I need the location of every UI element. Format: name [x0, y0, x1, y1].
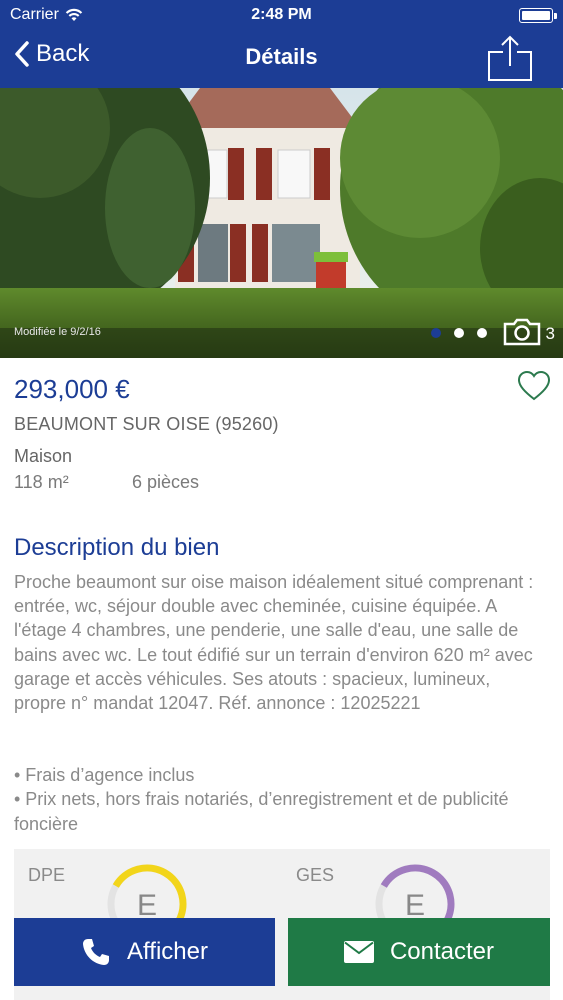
status-bar: Carrier 2:48 PM [0, 0, 563, 30]
share-icon[interactable] [487, 34, 533, 82]
call-button-label: Afficher [127, 938, 208, 965]
property-photo-carousel[interactable]: Modifiée le 9/2/16 3 [0, 88, 563, 358]
conditions-list: • Frais d’agence inclus • Prix nets, hor… [14, 763, 544, 836]
page-title: Détails [245, 44, 318, 69]
camera-icon [503, 318, 541, 346]
description-title: Description du bien [14, 534, 220, 561]
list-item: • Prix nets, hors frais notariés, d’enre… [14, 789, 509, 834]
ges-label: GES [296, 865, 335, 885]
envelope-icon [343, 941, 374, 963]
dpe-label: DPE [28, 865, 66, 885]
listing-price: 293,000 € [14, 374, 130, 404]
description-text: Proche beaumont sur oise maison idéaleme… [14, 572, 534, 714]
top-bar: Carrier 2:48 PM Back Détails [0, 0, 563, 88]
navigation-bar: Back Détails [0, 30, 563, 88]
photo-count: 3 [545, 324, 555, 343]
phone-icon [83, 939, 110, 965]
property-photo [0, 88, 563, 358]
pagination-dot[interactable] [431, 328, 441, 338]
pagination-dot[interactable] [454, 328, 464, 338]
battery-icon [519, 8, 557, 23]
call-button[interactable]: Afficher [14, 918, 275, 986]
carousel-pagination[interactable] [431, 328, 487, 338]
status-time: 2:48 PM [251, 6, 312, 23]
contact-button[interactable]: Contacter [288, 918, 550, 986]
property-surface: 118 m² [14, 472, 69, 492]
heart-icon[interactable] [517, 370, 551, 402]
pagination-dot[interactable] [477, 328, 487, 338]
list-item: • Frais d’agence inclus [14, 765, 195, 785]
property-type: Maison [14, 446, 73, 466]
property-rooms: 6 pièces [132, 472, 200, 492]
listing-city: BEAUMONT SUR OISE (95260) [14, 414, 279, 434]
modified-date: Modifiée le 9/2/16 [14, 326, 101, 338]
contact-button-label: Contacter [389, 938, 495, 965]
